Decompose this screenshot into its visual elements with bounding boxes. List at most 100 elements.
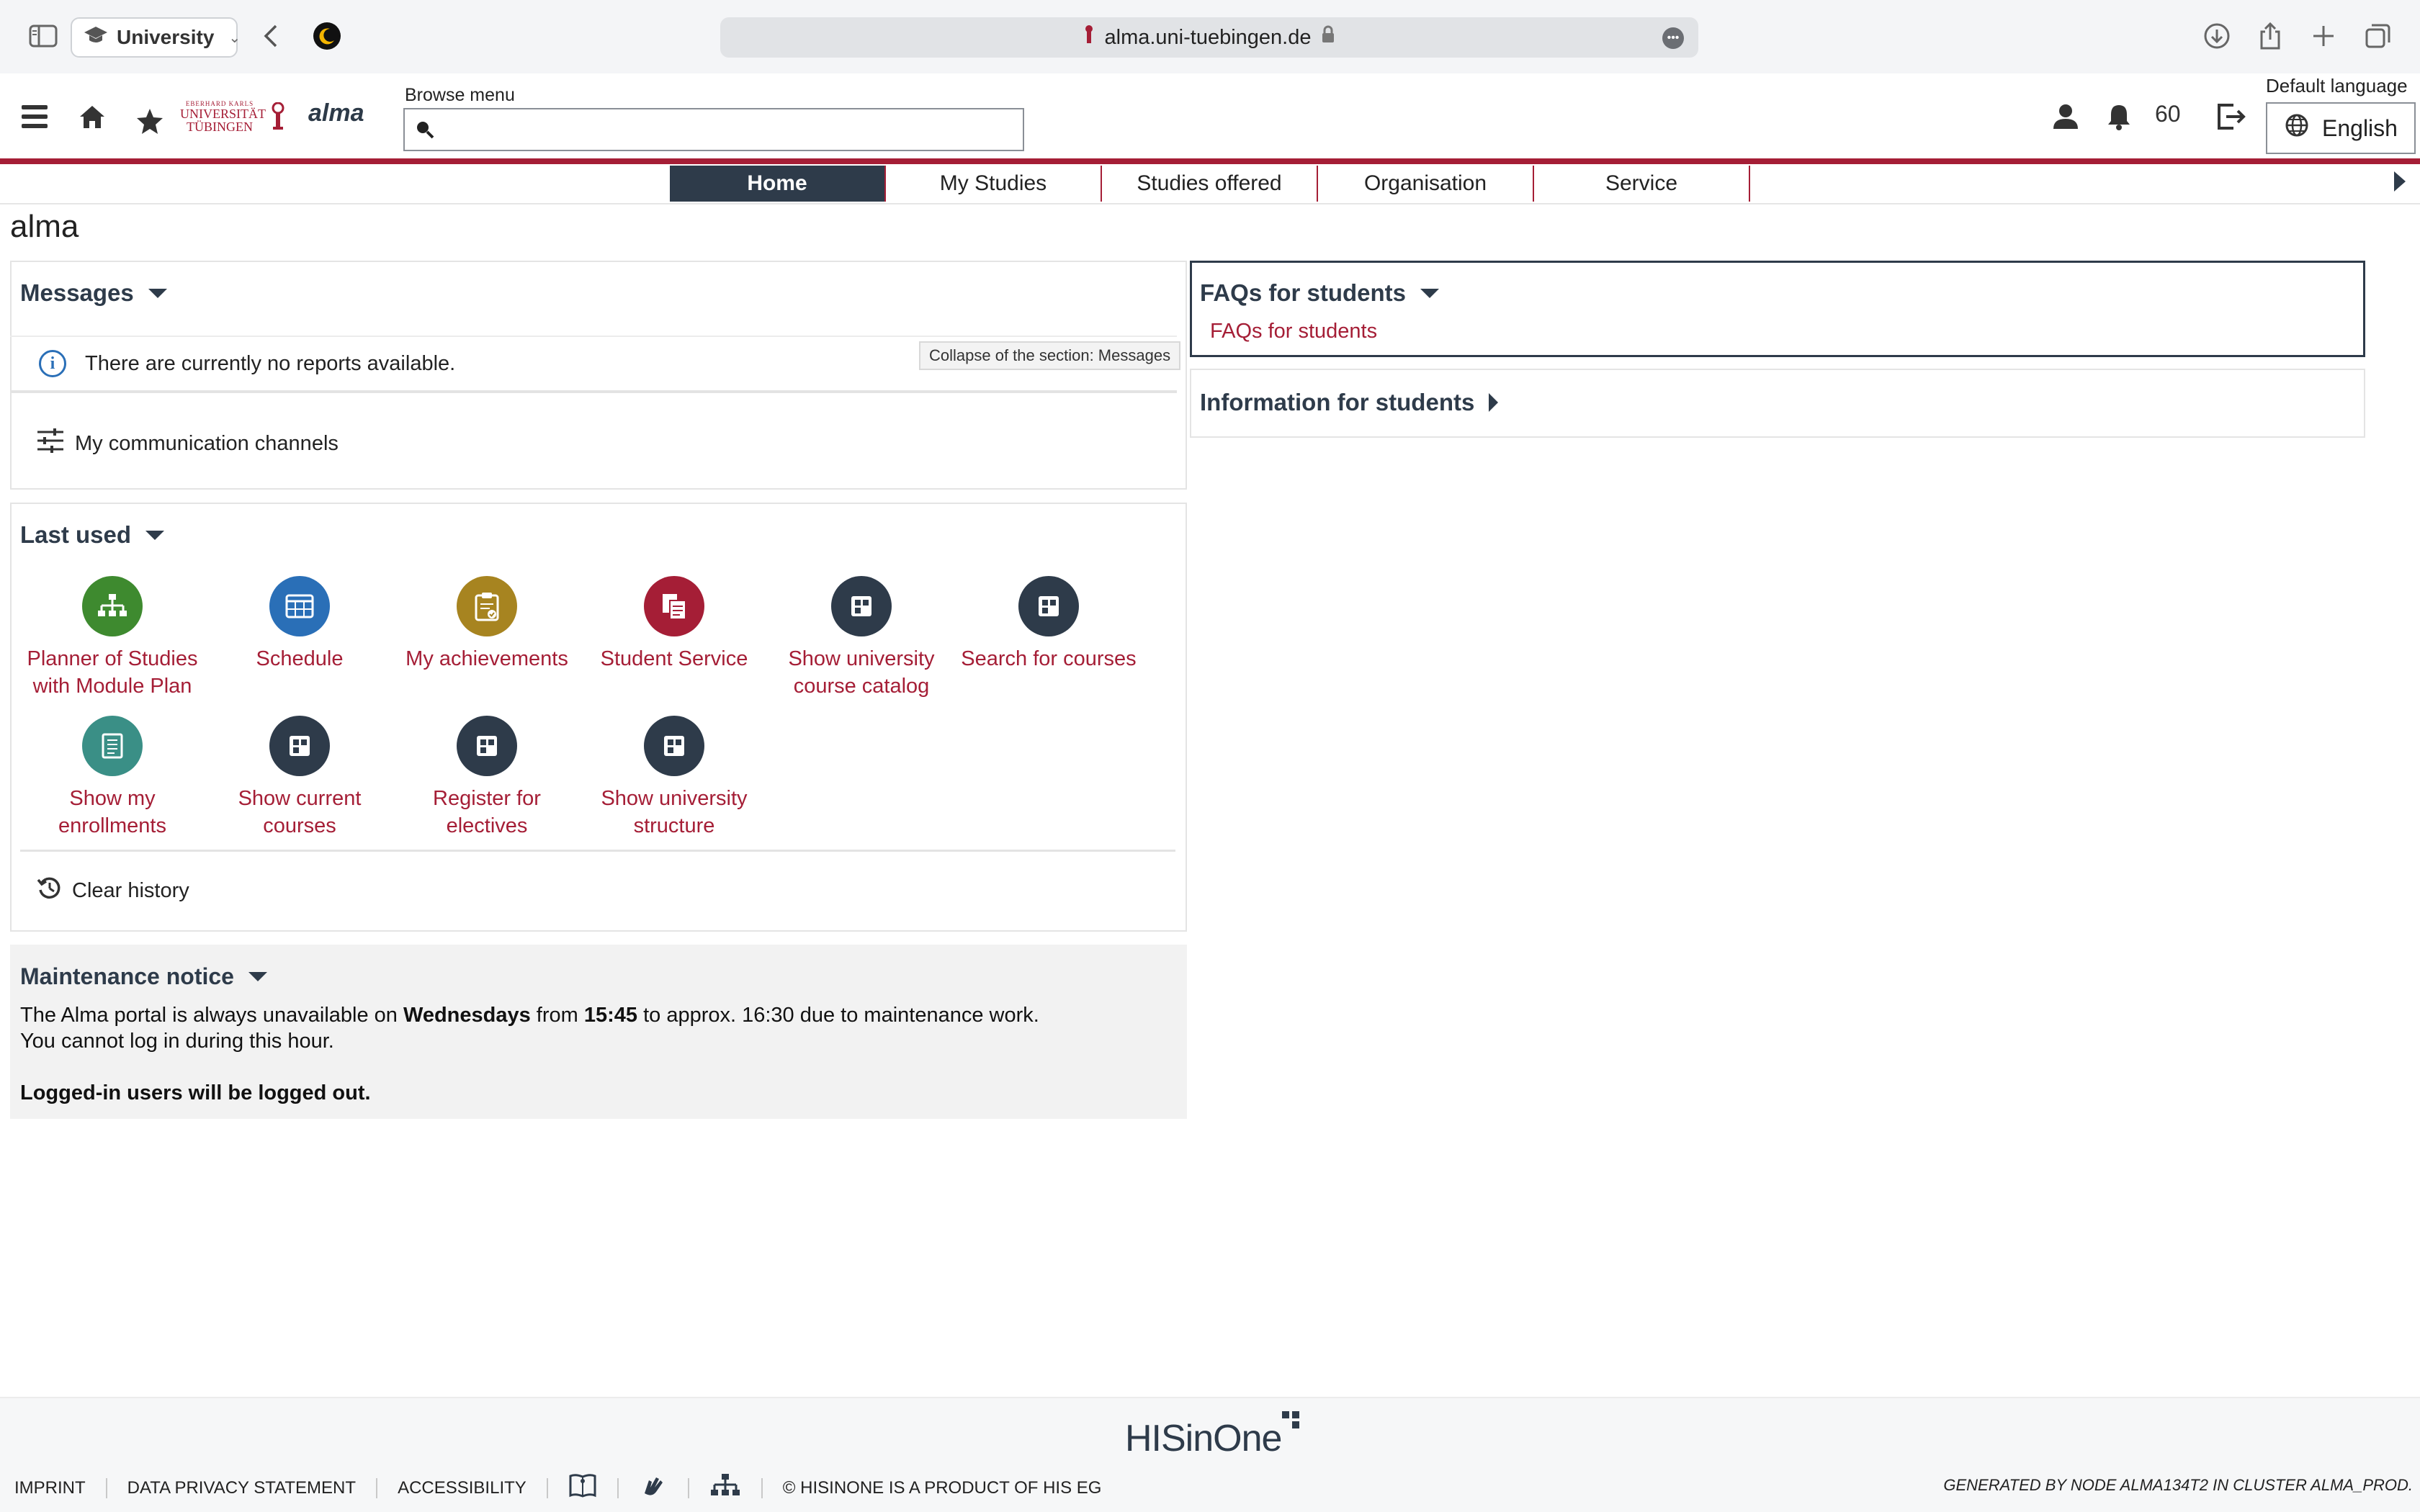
history-icon [36, 874, 63, 907]
tile-course-catalog[interactable]: Show university course catalog [768, 576, 955, 700]
footer-separator [761, 1477, 763, 1498]
tile-label: Show university structure [601, 787, 748, 837]
footer-separator [105, 1477, 107, 1498]
generated-by-text: GENERATED BY NODE ALMA134T2 IN CLUSTER A… [1943, 1476, 2413, 1494]
notification-count[interactable]: 60 [2155, 101, 2181, 127]
tab-group-selector[interactable]: University ⌄ [71, 17, 241, 58]
tile-register-electives[interactable]: Register for electives [393, 716, 581, 840]
tile-schedule[interactable]: Schedule [206, 576, 393, 672]
chevron-down-icon: ⌄ [228, 30, 241, 46]
address-bar[interactable]: alma.uni-tuebingen.de ••• [720, 17, 1698, 58]
faqs-header[interactable]: FAQs for students [1200, 279, 1440, 307]
maintenance-text: The Alma portal is always unavailable on… [20, 1002, 1039, 1106]
main-navigation: Home My Studies Studies offered Organisa… [670, 166, 1750, 202]
messages-header[interactable]: Messages [20, 279, 167, 307]
maintenance-panel: Maintenance notice The Alma portal is al… [10, 945, 1187, 1119]
sidebar-toggle-icon[interactable] [26, 19, 60, 53]
maint-day: Wednesdays [403, 1004, 531, 1027]
easy-language-icon[interactable] [568, 1472, 597, 1503]
clear-history-button[interactable]: Clear history [36, 874, 189, 907]
logo-line3: TÜBINGEN [187, 120, 253, 134]
tile-university-structure[interactable]: Show university structure [581, 716, 768, 840]
faqs-link[interactable]: FAQs for students [1210, 320, 1377, 343]
tile-planner-of-studies[interactable]: Planner of Studies with Module Plan [19, 576, 206, 700]
alma-logo[interactable]: alma [308, 99, 364, 127]
communication-channels-label: My communication channels [75, 431, 339, 455]
sign-language-icon[interactable] [639, 1472, 668, 1504]
tile-student-service[interactable]: Student Service [581, 576, 768, 672]
home-icon[interactable] [75, 99, 109, 134]
tile-label: Student Service [600, 647, 748, 670]
page-title: alma [10, 209, 79, 244]
messages-empty-text: There are currently no reports available… [85, 351, 456, 375]
globe-icon [2285, 113, 2309, 143]
calendar-grid-icon [269, 576, 330, 636]
caret-down-icon [1420, 288, 1440, 298]
back-arrow-icon[interactable] [254, 19, 288, 53]
browser-toolbar: University ⌄ alma.uni-tuebingen.de ••• [0, 0, 2420, 73]
url-text: alma.uni-tuebingen.de [1104, 25, 1312, 49]
maintenance-header[interactable]: Maintenance notice [20, 963, 267, 990]
browse-menu-label: Browse menu [405, 85, 515, 105]
tile-my-achievements[interactable]: My achievements [393, 576, 581, 672]
tile-current-courses[interactable]: Show current courses [206, 716, 393, 840]
last-used-header[interactable]: Last used [20, 521, 165, 549]
footer-separator [546, 1477, 548, 1498]
university-logo[interactable]: EBERHARD KARLS UNIVERSITÄT TÜBINGEN [180, 101, 266, 134]
download-icon[interactable] [2200, 19, 2234, 53]
hamburger-menu-icon[interactable] [17, 99, 52, 134]
lock-icon [1321, 25, 1335, 50]
sitemap-icon[interactable] [709, 1472, 741, 1503]
tile-label: My achievements [405, 647, 568, 670]
tab-studies-offered[interactable]: Studies offered [1102, 166, 1318, 202]
logo-line2: UNIVERSITÄT [180, 107, 266, 121]
maint-line1-e: to approx. 16:30 due to maintenance work… [637, 1004, 1039, 1027]
app-window-icon [1018, 576, 1079, 636]
list-document-icon [82, 716, 143, 776]
tile-label: Search for courses [961, 647, 1137, 670]
logout-icon[interactable] [2214, 99, 2249, 134]
app-window-icon [457, 716, 517, 776]
clipboard-check-icon [457, 576, 517, 636]
tab-my-studies[interactable]: My Studies [886, 166, 1102, 202]
browse-menu-input[interactable] [441, 115, 1010, 144]
clear-history-label: Clear history [72, 878, 189, 902]
tile-my-enrollments[interactable]: Show my enrollments [19, 716, 206, 840]
imprint-link[interactable]: IMPRINT [14, 1478, 86, 1498]
tile-label: Schedule [256, 647, 344, 670]
language-value: English [2322, 114, 2398, 141]
communication-channels-link[interactable]: My communication channels [36, 428, 339, 459]
privacy-link[interactable]: DATA PRIVACY STATEMENT [127, 1478, 356, 1498]
tile-label: Show university course catalog [788, 647, 935, 698]
maintenance-title: Maintenance notice [20, 963, 234, 989]
information-header[interactable]: Information for students [1200, 389, 1499, 416]
caret-right-icon [1489, 393, 1499, 412]
information-title: Information for students [1200, 389, 1475, 415]
language-selector[interactable]: English [2266, 102, 2416, 154]
notification-bell-icon[interactable] [2103, 101, 2135, 132]
tab-home[interactable]: Home [670, 166, 886, 202]
maint-time: 15:45 [583, 1004, 638, 1027]
caret-down-icon [145, 530, 165, 540]
user-profile-icon[interactable] [2050, 101, 2081, 132]
tab-overview-icon[interactable] [2361, 19, 2396, 53]
star-favorites-icon[interactable] [133, 104, 167, 138]
tab-service[interactable]: Service [1534, 166, 1750, 202]
accessibility-link[interactable]: ACCESSIBILITY [398, 1478, 526, 1498]
browse-menu-field[interactable] [403, 108, 1024, 151]
site-favicon-icon [1083, 24, 1095, 50]
tab-organisation[interactable]: Organisation [1318, 166, 1534, 202]
faqs-title: FAQs for students [1200, 279, 1407, 306]
dark-mode-icon[interactable] [310, 19, 344, 53]
more-options-icon[interactable]: ••• [1662, 27, 1684, 49]
maint-line1-a: The Alma portal is always unavailable on [20, 1004, 403, 1027]
nav-scroll-right-icon[interactable] [2394, 171, 2406, 192]
documents-icon [644, 576, 704, 636]
tile-search-courses[interactable]: Search for courses [955, 576, 1142, 672]
app-window-icon [644, 716, 704, 776]
caret-down-icon [248, 972, 267, 981]
share-icon[interactable] [2253, 19, 2287, 53]
tile-label: Register for electives [433, 787, 541, 837]
footer-separator [617, 1477, 619, 1498]
new-tab-icon[interactable] [2306, 19, 2341, 53]
